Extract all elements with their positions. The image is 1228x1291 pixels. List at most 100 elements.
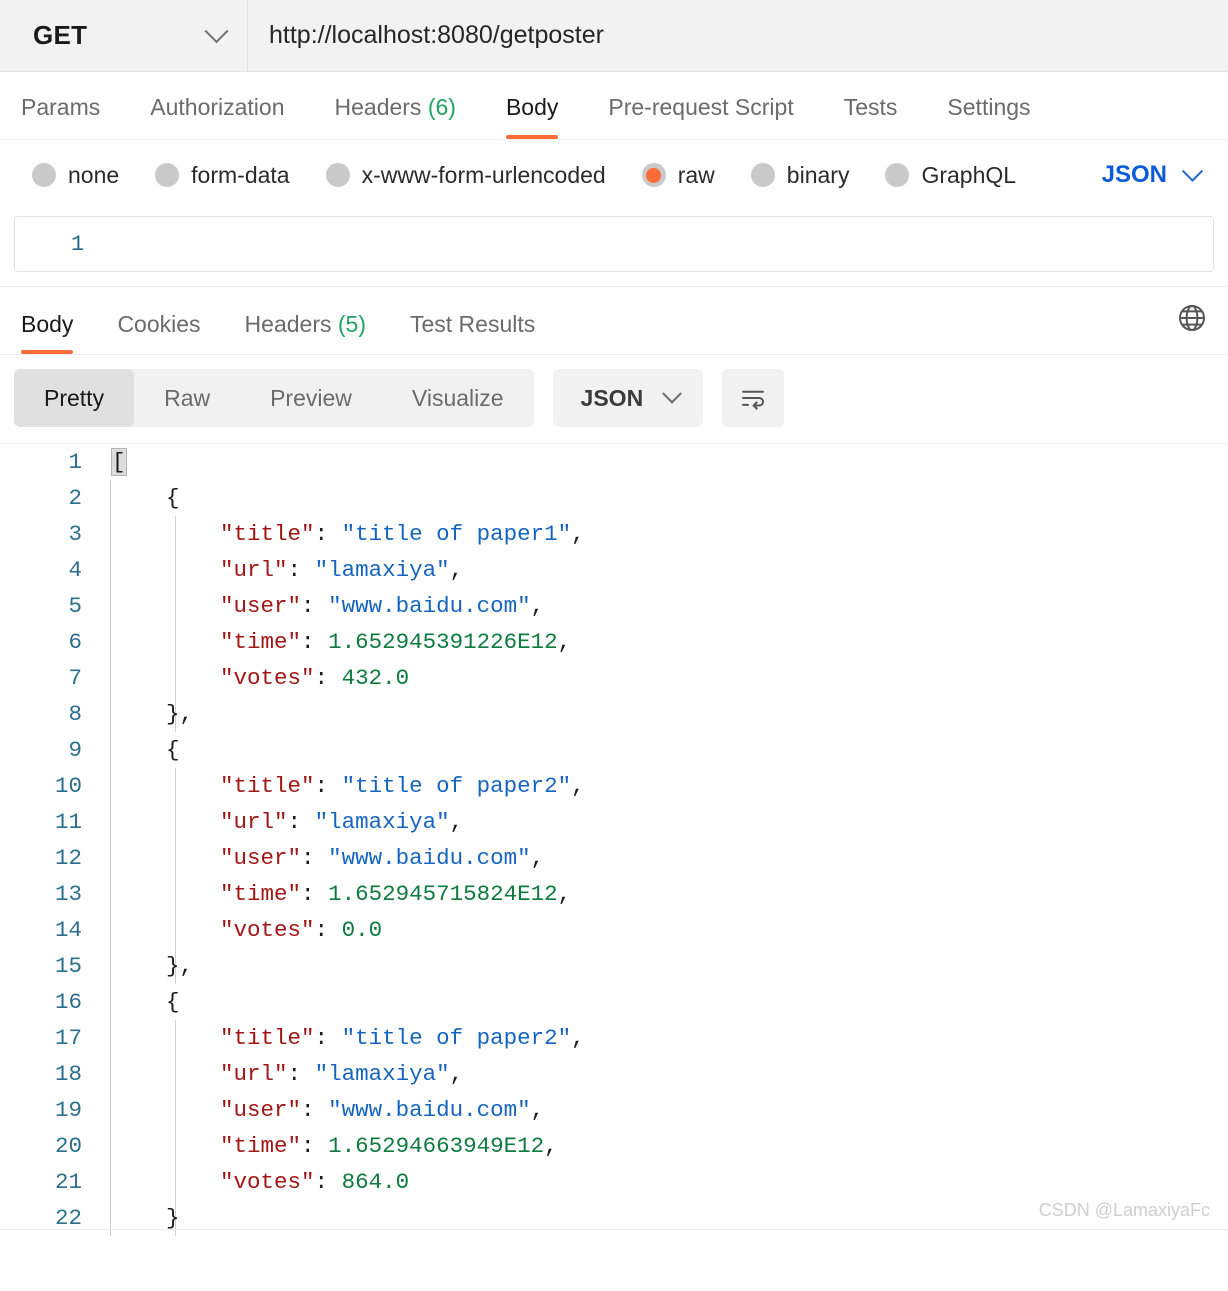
code-line: 9 { — [0, 732, 1228, 768]
code-token-str: "lamaxiya" — [314, 809, 450, 835]
code-line-content: "title": "title of paper2", — [96, 768, 585, 804]
body-type-raw[interactable]: raw — [641, 162, 715, 189]
code-line-number: 10 — [54, 773, 82, 799]
body-type-label: form-data — [191, 161, 290, 188]
code-line: 1[ — [0, 444, 1228, 480]
request-tab-pre-request-script[interactable]: Pre-request Script — [583, 94, 818, 139]
radio-icon — [155, 163, 180, 187]
code-token-punct: , — [530, 1097, 545, 1123]
code-line: 15 }, — [0, 948, 1228, 984]
response-json-viewer[interactable]: 1[2 {3 "title": "title of paper1", 4 "url… — [0, 443, 1228, 1243]
code-token-punct: : — [301, 1097, 329, 1123]
response-tabs: Body Cookies Headers (5) Test Results — [0, 287, 1228, 355]
view-mode-pretty[interactable]: Pretty — [14, 369, 135, 427]
response-tab-test-results[interactable]: Test Results — [388, 311, 557, 354]
code-token-key: "time" — [220, 881, 302, 907]
code-line-number: 9 — [68, 737, 82, 763]
code-token-punct: : — [301, 593, 329, 619]
raw-format-select[interactable]: JSON — [1101, 160, 1204, 189]
body-type-none[interactable]: none — [32, 162, 119, 189]
code-token-num: 1.65294663949E12 — [328, 1133, 545, 1159]
request-tab-tests[interactable]: Tests — [819, 94, 923, 139]
word-wrap-button[interactable] — [722, 369, 785, 427]
request-tab-params[interactable]: Params — [21, 94, 125, 139]
request-tab-label: Params — [21, 94, 101, 120]
code-token-punct: : — [301, 1133, 329, 1159]
code-token-key: "title" — [220, 773, 315, 799]
code-line-content: { — [96, 480, 180, 516]
radio-icon — [32, 163, 56, 187]
http-method-select[interactable]: GET — [0, 0, 248, 71]
code-token-key: "time" — [220, 629, 302, 655]
code-line-number: 20 — [54, 1133, 82, 1159]
body-type-graphql[interactable]: GraphQL — [885, 162, 1016, 189]
code-token-punct: , — [449, 1061, 464, 1087]
raw-format-label: JSON — [1101, 161, 1167, 188]
chevron-down-icon — [204, 19, 229, 44]
globe-icon[interactable] — [1170, 296, 1214, 340]
code-token-str: "title of paper2" — [341, 1025, 572, 1051]
view-mode-label: Raw — [164, 384, 211, 411]
code-line-number: 12 — [54, 845, 82, 871]
code-token-key: "user" — [220, 593, 302, 619]
body-type-form-data[interactable]: form-data — [155, 161, 290, 189]
request-url-bar: GET http://localhost:8080/getposter — [0, 0, 1228, 72]
code-token-punct: , — [571, 1025, 585, 1051]
code-line-number: 6 — [68, 629, 82, 655]
code-token-punct: , — [530, 593, 545, 619]
code-line-content: "user": "www.baidu.com", — [96, 588, 544, 624]
view-mode-preview[interactable]: Preview — [240, 369, 382, 427]
code-token-key: "votes" — [220, 1169, 315, 1195]
body-type-options: none form-data x-www-form-urlencoded raw bin… — [0, 140, 1228, 210]
code-token-str: "title of paper2" — [341, 773, 572, 799]
code-token-punct: , — [557, 881, 572, 907]
request-tab-label: Pre-request Script — [608, 94, 794, 120]
request-tab-authorization[interactable]: Authorization — [125, 94, 309, 139]
response-tab-headers[interactable]: Headers (5) — [223, 311, 388, 354]
view-mode-visualize[interactable]: Visualize — [382, 369, 534, 427]
code-token-punct: }, — [166, 701, 194, 727]
response-tab-cookies[interactable]: Cookies — [95, 311, 222, 354]
code-line: 4 "url": "lamaxiya", — [0, 552, 1228, 588]
response-view-toolbar: Pretty Raw Preview Visualize JSON — [0, 355, 1228, 443]
code-line-number: 21 — [54, 1169, 82, 1195]
response-format-select[interactable]: JSON — [552, 369, 704, 427]
request-tab-headers[interactable]: Headers (6) — [310, 94, 481, 139]
request-tab-settings[interactable]: Settings — [922, 94, 1055, 139]
radio-icon — [325, 163, 350, 187]
code-token-punct: [ — [111, 448, 127, 476]
url-input[interactable]: http://localhost:8080/getposter — [248, 0, 1228, 71]
code-line: 13 "time": 1.652945715824E12, — [0, 876, 1228, 912]
code-line-content: "votes": 0.0 — [96, 912, 382, 948]
code-token-punct: : — [314, 1169, 342, 1195]
request-body-editor[interactable]: 1 — [14, 216, 1214, 272]
body-type-x-www-form-urlencoded[interactable]: x-www-form-urlencoded — [325, 162, 606, 189]
code-line-number: 7 — [68, 665, 82, 691]
response-tab-label: Cookies — [117, 311, 201, 337]
code-token-str: "title of paper1" — [341, 521, 572, 547]
code-line-content: "url": "lamaxiya", — [96, 1056, 463, 1092]
code-line: 19 "user": "www.baidu.com", — [0, 1092, 1228, 1128]
code-token-key: "url" — [220, 809, 288, 835]
response-tab-body[interactable]: Body — [21, 311, 95, 354]
code-token-str: "lamaxiya" — [314, 1061, 450, 1087]
code-line: 8 }, — [0, 696, 1228, 732]
view-mode-raw[interactable]: Raw — [134, 369, 240, 427]
code-token-str: "www.baidu.com" — [328, 593, 531, 619]
request-tab-body[interactable]: Body — [481, 94, 583, 139]
code-line-content: "votes": 864.0 — [96, 1164, 409, 1200]
code-line-content: }, — [96, 696, 193, 732]
code-line: 22 } — [0, 1200, 1228, 1236]
code-token-punct: , — [557, 629, 572, 655]
code-token-punct: { — [166, 737, 180, 763]
code-token-key: "title" — [220, 521, 315, 547]
body-type-binary[interactable]: binary — [750, 162, 849, 189]
